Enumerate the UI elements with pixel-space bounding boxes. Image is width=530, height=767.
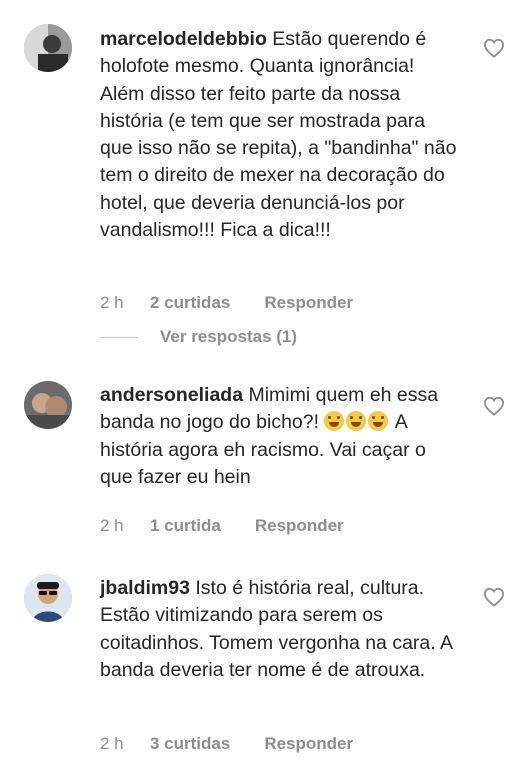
view-replies-label: Ver respostas (1) (160, 327, 298, 346)
comment-meta: 2 h 3 curtidas Responder (100, 734, 353, 754)
grinning-sweat-emoji-icon (324, 411, 345, 432)
likes-count[interactable]: 3 curtidas (150, 734, 230, 754)
avatar[interactable] (24, 381, 72, 429)
grinning-sweat-emoji-icon (368, 411, 389, 432)
avatar[interactable] (24, 574, 72, 622)
comment-username[interactable]: marcelodeldebbio (100, 28, 267, 50)
comment-text: marcelodeldebbio Estão querendo é holofo… (100, 26, 460, 244)
reply-button[interactable]: Responder (255, 516, 344, 536)
user-photo-avatar-icon (24, 24, 72, 72)
likes-count[interactable]: 1 curtida (150, 516, 221, 536)
reply-button[interactable]: Responder (264, 734, 353, 754)
heart-outline-icon[interactable] (483, 396, 505, 416)
user-photo-avatar-icon (24, 381, 72, 429)
comment-time: 2 h (100, 734, 124, 753)
view-replies-link[interactable]: Ver respostas (1) (100, 327, 297, 347)
comment-text: andersoneliada Mimimi quem eh essa banda… (100, 382, 460, 491)
divider (100, 336, 138, 338)
grinning-sweat-emoji-icon (346, 411, 367, 432)
likes-count[interactable]: 2 curtidas (150, 293, 230, 313)
reply-button[interactable]: Responder (264, 293, 353, 313)
comment-username[interactable]: andersoneliada (100, 384, 243, 406)
comment-body: Estão querendo é holofote mesmo. Quanta … (100, 28, 457, 242)
comment-meta: 2 h 2 curtidas Responder (100, 293, 353, 313)
comment-time: 2 h (100, 516, 124, 535)
comment-text: jbaldim93 Isto é história real, cultura.… (100, 575, 460, 684)
comment-username[interactable]: jbaldim93 (100, 577, 190, 599)
user-cartoon-avatar-icon (24, 574, 72, 622)
comment-time: 2 h (100, 293, 124, 312)
heart-outline-icon[interactable] (483, 587, 505, 607)
avatar[interactable] (24, 24, 72, 72)
comment-meta: 2 h 1 curtida Responder (100, 516, 344, 536)
heart-outline-icon[interactable] (483, 38, 505, 58)
